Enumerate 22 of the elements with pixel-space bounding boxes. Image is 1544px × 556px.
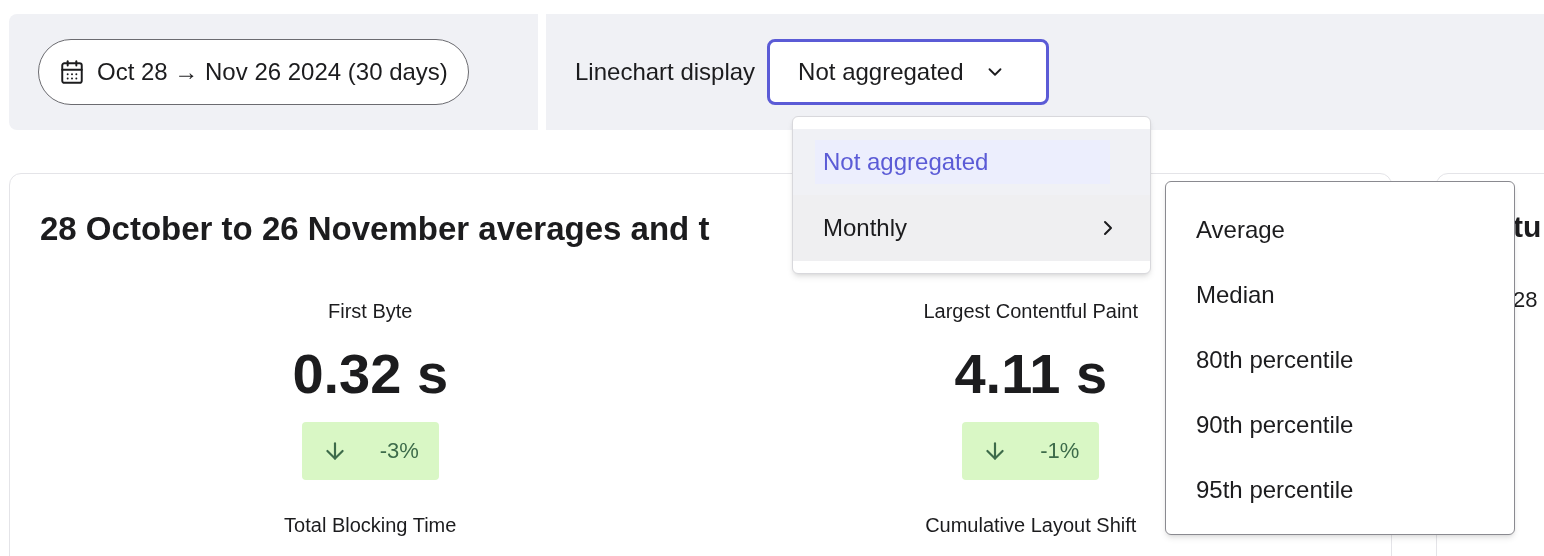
- submenu-item[interactable]: 80th percentile: [1166, 327, 1514, 392]
- metric-label: Cumulative Layout Shift: [925, 512, 1137, 538]
- delta-badge: -3%: [301, 421, 439, 480]
- submenu-item[interactable]: 90th percentile: [1166, 392, 1514, 457]
- submenu-item[interactable]: Median: [1166, 262, 1514, 327]
- linechart-label: Linechart display: [575, 57, 756, 87]
- metric-value: 4.11 s: [954, 345, 1108, 402]
- metric-label: First Byte: [328, 298, 413, 324]
- side-card-subtitle: 28: [1513, 286, 1538, 314]
- side-card-title: tu: [1513, 209, 1542, 245]
- date-range-button[interactable]: Oct 28 → Nov 26 2024 (30 days): [38, 39, 469, 105]
- linechart-select[interactable]: Not aggregated: [767, 39, 1049, 105]
- metric-label: Largest Contentful Paint: [923, 298, 1139, 324]
- delta-badge: -1%: [962, 421, 1100, 480]
- menu-item[interactable]: Monthly: [793, 195, 1150, 261]
- submenu-item[interactable]: 95th percentile: [1166, 457, 1514, 522]
- metric-label: Total Blocking Time: [284, 512, 457, 538]
- menu-item[interactable]: Not aggregated: [793, 129, 1150, 195]
- card-title: 28 October to 26 November averages and t: [40, 209, 710, 249]
- metric-value: 0.32 s: [292, 345, 449, 402]
- calendar-icon: [59, 59, 85, 85]
- submenu-item[interactable]: Average: [1166, 197, 1514, 262]
